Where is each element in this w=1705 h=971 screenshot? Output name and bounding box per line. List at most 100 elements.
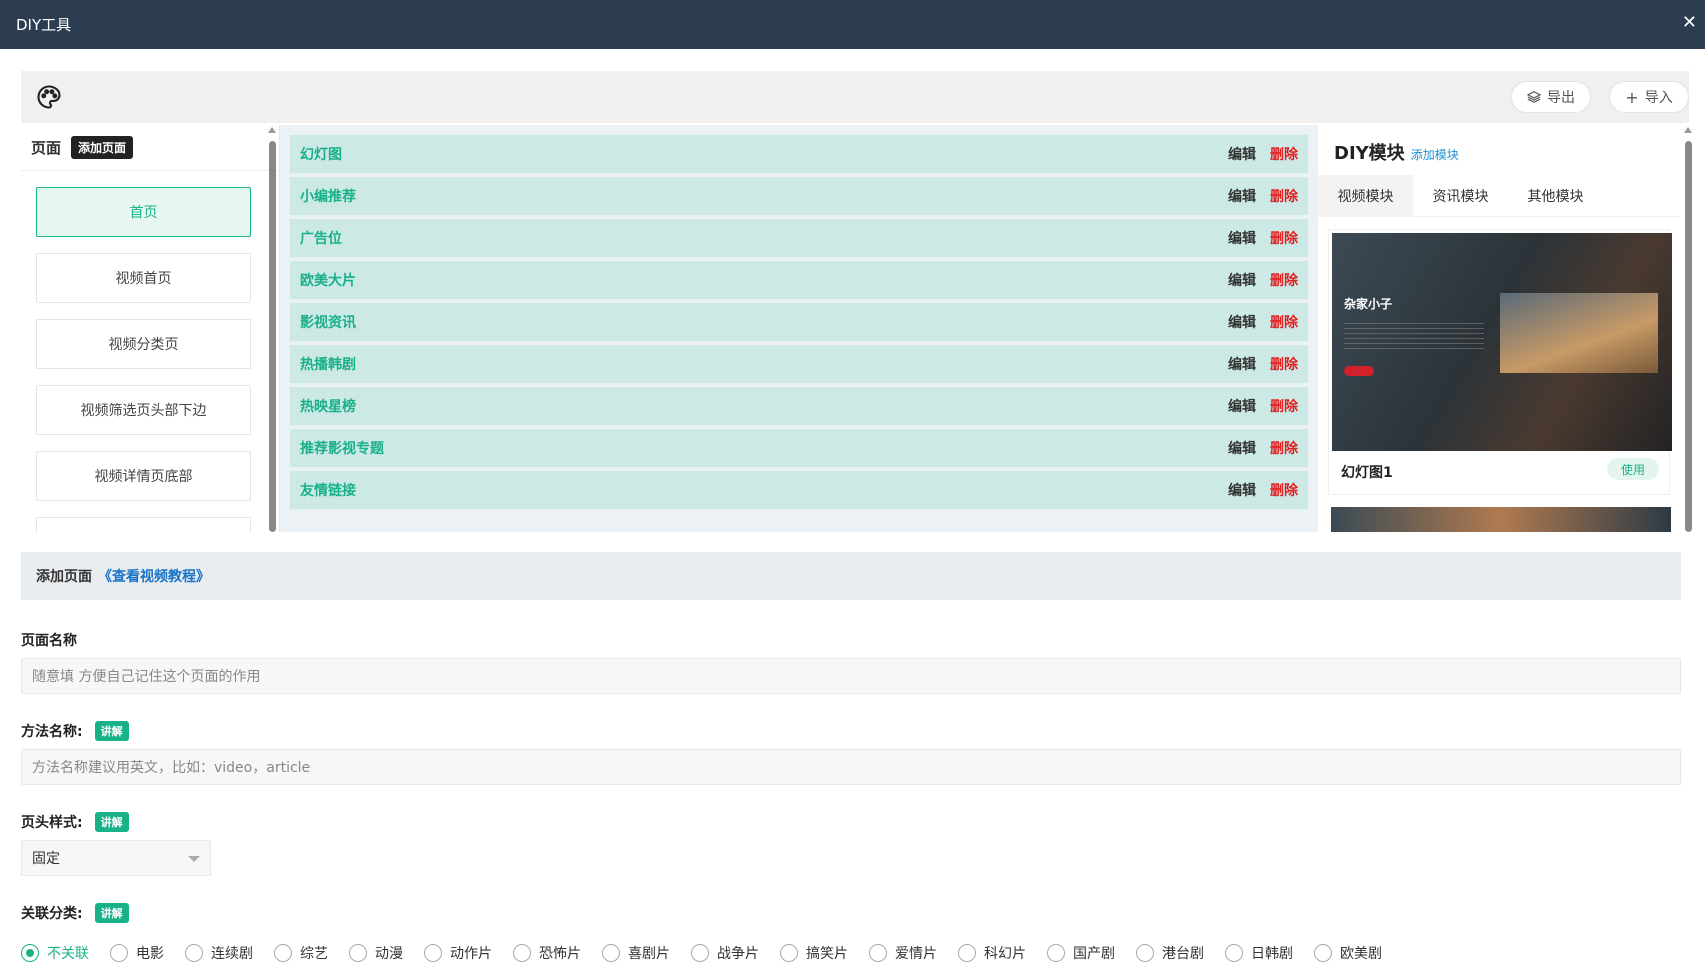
edit-button[interactable]: 编辑 (1228, 438, 1256, 458)
scroll-up-icon[interactable] (268, 127, 276, 133)
delete-button[interactable]: 删除 (1270, 186, 1298, 206)
module-name[interactable]: 热播韩剧 (300, 354, 1228, 374)
radio-option[interactable]: 恐怖片 (513, 943, 581, 963)
page-item[interactable]: 视频分类页 (36, 319, 251, 369)
radio-circle-icon[interactable] (424, 944, 442, 962)
close-icon[interactable]: ✕ (1682, 12, 1697, 33)
radio-option[interactable]: 欧美剧 (1314, 943, 1382, 963)
page-list-scrollbar[interactable] (268, 127, 277, 532)
radio-circle-icon[interactable] (780, 944, 798, 962)
delete-button[interactable]: 删除 (1270, 312, 1298, 332)
radio-label: 喜剧片 (628, 946, 670, 962)
use-button[interactable]: 使用 (1607, 458, 1659, 480)
radio-circle-icon[interactable] (869, 944, 887, 962)
radio-option[interactable]: 综艺 (274, 943, 328, 963)
add-page-button[interactable]: 添加页面 (71, 136, 134, 159)
toolbar: 导出 + 导入 (21, 71, 1689, 123)
module-row: 热播韩剧 编辑 删除 (290, 345, 1308, 385)
module-name[interactable]: 友情链接 (300, 480, 1228, 500)
edit-button[interactable]: 编辑 (1228, 480, 1256, 500)
edit-button[interactable]: 编辑 (1228, 312, 1256, 332)
edit-button[interactable]: 编辑 (1228, 396, 1256, 416)
page-item[interactable]: 视频首页 (36, 253, 251, 303)
radio-circle-icon[interactable] (602, 944, 620, 962)
radio-circle-icon[interactable] (1225, 944, 1243, 962)
edit-button[interactable]: 编辑 (1228, 186, 1256, 206)
radio-option[interactable]: 动作片 (424, 943, 492, 963)
scroll-up-icon[interactable] (1684, 127, 1692, 133)
radio-option[interactable]: 战争片 (691, 943, 759, 963)
module-name[interactable]: 幻灯图 (300, 144, 1228, 164)
radio-circle-icon[interactable] (691, 944, 709, 962)
explain-tag[interactable]: 讲解 (94, 812, 129, 832)
page-name-input[interactable]: 随意填 方便自己记住这个页面的作用 (21, 658, 1681, 694)
radio-circle-icon[interactable] (958, 944, 976, 962)
radio-circle-icon[interactable] (1314, 944, 1332, 962)
explain-tag[interactable]: 讲解 (94, 903, 129, 923)
radio-option[interactable]: 爱情片 (869, 943, 937, 963)
add-module-link[interactable]: 添加模块 (1411, 146, 1459, 163)
delete-button[interactable]: 删除 (1270, 270, 1298, 290)
radio-circle-icon[interactable] (1136, 944, 1154, 962)
export-label: 导出 (1547, 90, 1575, 106)
export-button[interactable]: 导出 (1511, 81, 1591, 113)
module-name[interactable]: 影视资讯 (300, 312, 1228, 332)
method-name-input[interactable]: 方法名称建议用英文，比如：video，article (21, 749, 1681, 785)
page-item[interactable]: 视频详情页底部 (36, 451, 251, 501)
import-button[interactable]: + 导入 (1609, 81, 1689, 113)
page-name-label-text: 页面名称 (21, 633, 77, 649)
page-item[interactable]: 视频筛选页头部下边 (36, 385, 251, 435)
delete-button[interactable]: 删除 (1270, 228, 1298, 248)
module-name[interactable]: 热映星榜 (300, 396, 1228, 416)
radio-option[interactable]: 连续剧 (185, 943, 253, 963)
radio-option[interactable]: 不关联 (21, 943, 89, 963)
delete-button[interactable]: 删除 (1270, 354, 1298, 374)
radio-circle-icon[interactable] (349, 944, 367, 962)
tutorial-link[interactable]: 《查看视频教程》 (98, 566, 210, 586)
tab-video-modules[interactable]: 视频模块 (1318, 175, 1413, 217)
radio-option[interactable]: 搞笑片 (780, 943, 848, 963)
radio-option[interactable]: 日韩剧 (1225, 943, 1293, 963)
radio-circle-icon[interactable] (274, 944, 292, 962)
delete-button[interactable]: 删除 (1270, 396, 1298, 416)
radio-option[interactable]: 港台剧 (1136, 943, 1204, 963)
module-row: 广告位 编辑 删除 (290, 219, 1308, 259)
radio-circle-icon[interactable] (1047, 944, 1065, 962)
scrollbar-thumb[interactable] (1685, 141, 1692, 532)
edit-button[interactable]: 编辑 (1228, 354, 1256, 374)
module-row: 友情链接 编辑 删除 (290, 471, 1308, 511)
import-label: 导入 (1644, 90, 1673, 106)
page-item[interactable]: 首页 (36, 187, 251, 237)
category-label-text: 关联分类: (21, 906, 83, 922)
edit-button[interactable]: 编辑 (1228, 144, 1256, 164)
delete-button[interactable]: 删除 (1270, 144, 1298, 164)
radio-circle-icon[interactable] (21, 944, 39, 962)
diy-panel-scrollbar[interactable] (1684, 127, 1693, 532)
radio-circle-icon[interactable] (185, 944, 203, 962)
radio-option[interactable]: 国产剧 (1047, 943, 1115, 963)
radio-option[interactable]: 电影 (110, 943, 164, 963)
scrollbar-thumb[interactable] (269, 141, 276, 532)
edit-button[interactable]: 编辑 (1228, 228, 1256, 248)
radio-label: 欧美剧 (1340, 946, 1382, 962)
module-name[interactable]: 欧美大片 (300, 270, 1228, 290)
delete-button[interactable]: 删除 (1270, 480, 1298, 500)
radio-circle-icon[interactable] (110, 944, 128, 962)
module-name[interactable]: 小编推荐 (300, 186, 1228, 206)
palette-icon[interactable] (35, 83, 63, 111)
radio-circle-icon[interactable] (513, 944, 531, 962)
page-item[interactable] (36, 517, 251, 532)
radio-option[interactable]: 科幻片 (958, 943, 1026, 963)
explain-tag[interactable]: 讲解 (94, 721, 129, 741)
radio-option[interactable]: 动漫 (349, 943, 403, 963)
delete-button[interactable]: 删除 (1270, 438, 1298, 458)
page-list-panel: 页面 添加页面 首页 视频首页 视频分类页 视频筛选页头部下边 视频详情页底部 (21, 125, 280, 532)
header-style-select[interactable]: 固定 (21, 840, 211, 876)
module-name[interactable]: 广告位 (300, 228, 1228, 248)
tab-news-modules[interactable]: 资讯模块 (1413, 175, 1508, 217)
method-name-label: 方法名称: 讲解 (21, 721, 129, 741)
tab-other-modules[interactable]: 其他模块 (1508, 175, 1603, 217)
radio-option[interactable]: 喜剧片 (602, 943, 670, 963)
edit-button[interactable]: 编辑 (1228, 270, 1256, 290)
module-name[interactable]: 推荐影视专题 (300, 438, 1228, 458)
